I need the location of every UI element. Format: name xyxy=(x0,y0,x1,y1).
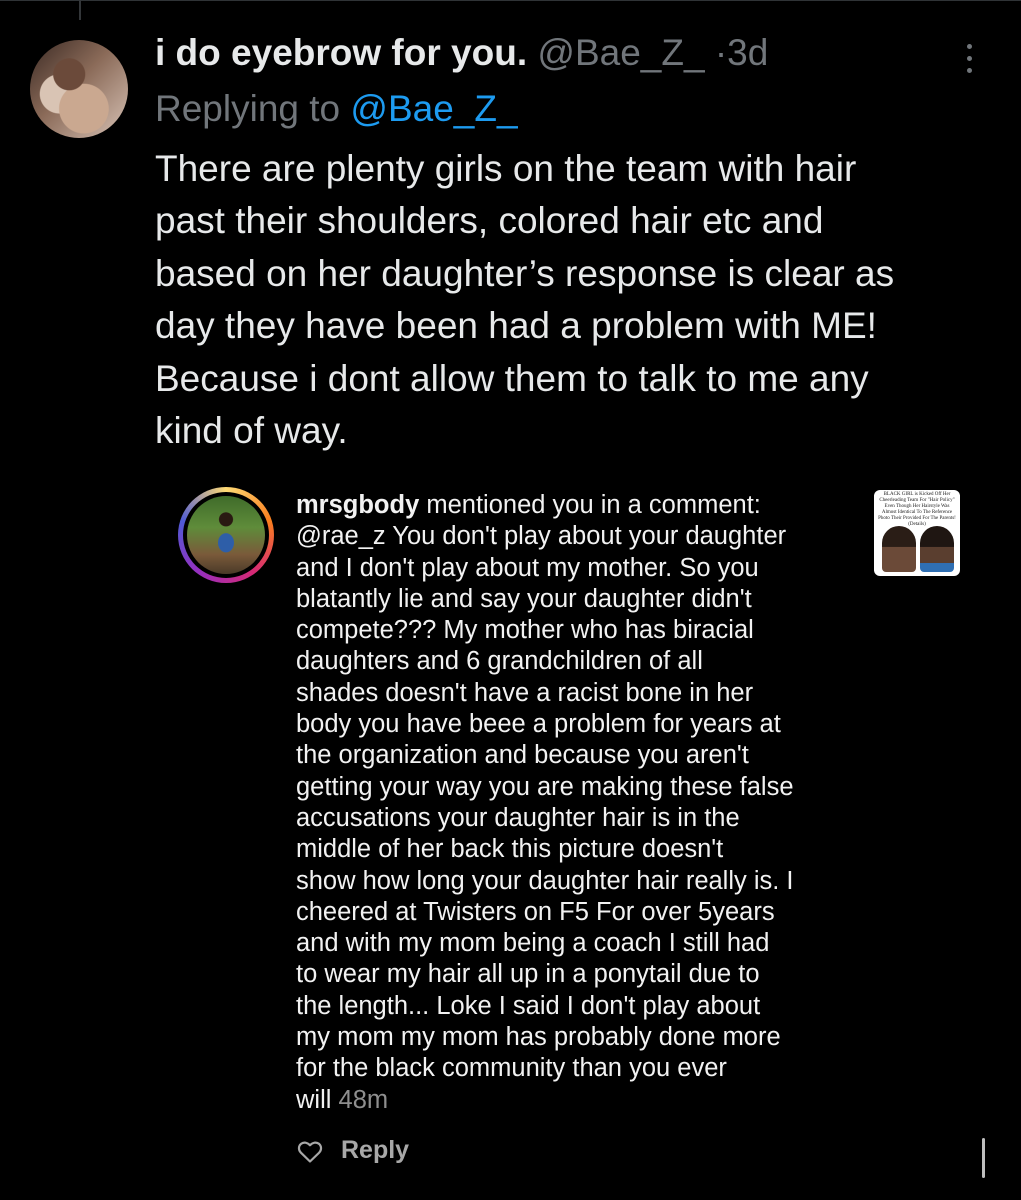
comment-line: the length... Loke I said I don't play a… xyxy=(296,991,761,1020)
comment-action: mentioned you in a comment: xyxy=(419,491,761,519)
post-thumbnail: BLACK GIRL is Kicked Off Her Cheerleadin… xyxy=(874,490,960,576)
comment-line: @rae_z You don't play about your daughte… xyxy=(296,522,787,551)
separator-dot: · xyxy=(714,32,728,73)
instagram-comment: mrsgbody mentioned you in a comment: @ra… xyxy=(296,490,866,1116)
scrollbar-handle[interactable] xyxy=(982,1138,985,1178)
comment-line: accusations your daughter hair is in the xyxy=(296,803,740,832)
comment-line: my mom my mom has probably done more xyxy=(296,1023,781,1052)
comment-line: for the black community than you ever xyxy=(296,1054,727,1083)
comment-last-line: will 48m xyxy=(296,1085,866,1116)
replying-prefix: Replying to xyxy=(155,88,341,129)
tweet-text-line: kind of way. xyxy=(155,410,348,452)
thumbnail-caption: BLACK GIRL is Kicked Off Her Cheerleadin… xyxy=(878,492,956,527)
thumbnail-photo-right xyxy=(920,526,954,572)
comment-final-word: will xyxy=(296,1085,332,1114)
tweet-text-line: day they have been had a problem with ME… xyxy=(155,305,877,347)
comment-line: compete??? My mother who has biracial xyxy=(296,616,754,645)
comment-line: body you have beee a problem for years a… xyxy=(296,710,781,739)
tweet-text-line: past their shoulders, colored hair etc a… xyxy=(155,200,824,242)
comment-line: to wear my hair all up in a ponytail due… xyxy=(296,960,760,989)
commenter-avatar xyxy=(178,487,274,583)
comment-header-line: mrsgbody mentioned you in a comment: xyxy=(296,490,866,521)
comment-line: getting your way you are making these fa… xyxy=(296,772,794,801)
heart-icon xyxy=(297,1141,323,1163)
comment-line: blatantly lie and say your daughter didn… xyxy=(296,584,752,613)
replying-to-mention[interactable]: @Bae_Z_ xyxy=(350,88,517,129)
tweet-text-line: Because i dont allow them to talk to me … xyxy=(155,357,869,399)
display-name[interactable]: i do eyebrow for you. xyxy=(155,32,527,73)
comment-line: daughters and 6 grandchildren of all xyxy=(296,647,703,676)
comment-line: the organization and because you aren't xyxy=(296,741,749,770)
tweet-text: There are plenty girls on the team with … xyxy=(155,143,975,457)
tweet-text-line: There are plenty girls on the team with … xyxy=(155,148,857,189)
replying-to: Replying to @Bae_Z_ xyxy=(155,88,518,130)
top-divider xyxy=(0,0,1021,1)
comment-timestamp: 48m xyxy=(338,1085,389,1114)
thread-connector-line xyxy=(79,0,81,20)
more-options-icon[interactable] xyxy=(958,40,980,80)
comment-line: middle of her back this picture doesn't xyxy=(296,835,724,864)
comment-line: and I don't play about my mother. So you xyxy=(296,553,759,582)
user-avatar[interactable] xyxy=(30,40,128,138)
comment-line: and with my mom being a coach I still ha… xyxy=(296,929,770,958)
comment-line: cheered at Twisters on F5 For over 5year… xyxy=(296,897,775,926)
comment-line: show how long your daughter hair really … xyxy=(296,866,794,895)
commenter-username: mrsgbody xyxy=(296,491,420,519)
comment-line: shades doesn't have a racist bone in her xyxy=(296,678,754,707)
thumbnail-photo-left xyxy=(882,526,916,572)
user-handle[interactable]: @Bae_Z_ xyxy=(537,32,704,73)
reply-button: Reply xyxy=(341,1136,410,1164)
tweet-text-line: based on her daughter’s response is clea… xyxy=(155,252,895,294)
tweet-timestamp[interactable]: 3d xyxy=(727,32,768,73)
tweet-header: i do eyebrow for you. @Bae_Z_ ·3d xyxy=(155,32,768,74)
